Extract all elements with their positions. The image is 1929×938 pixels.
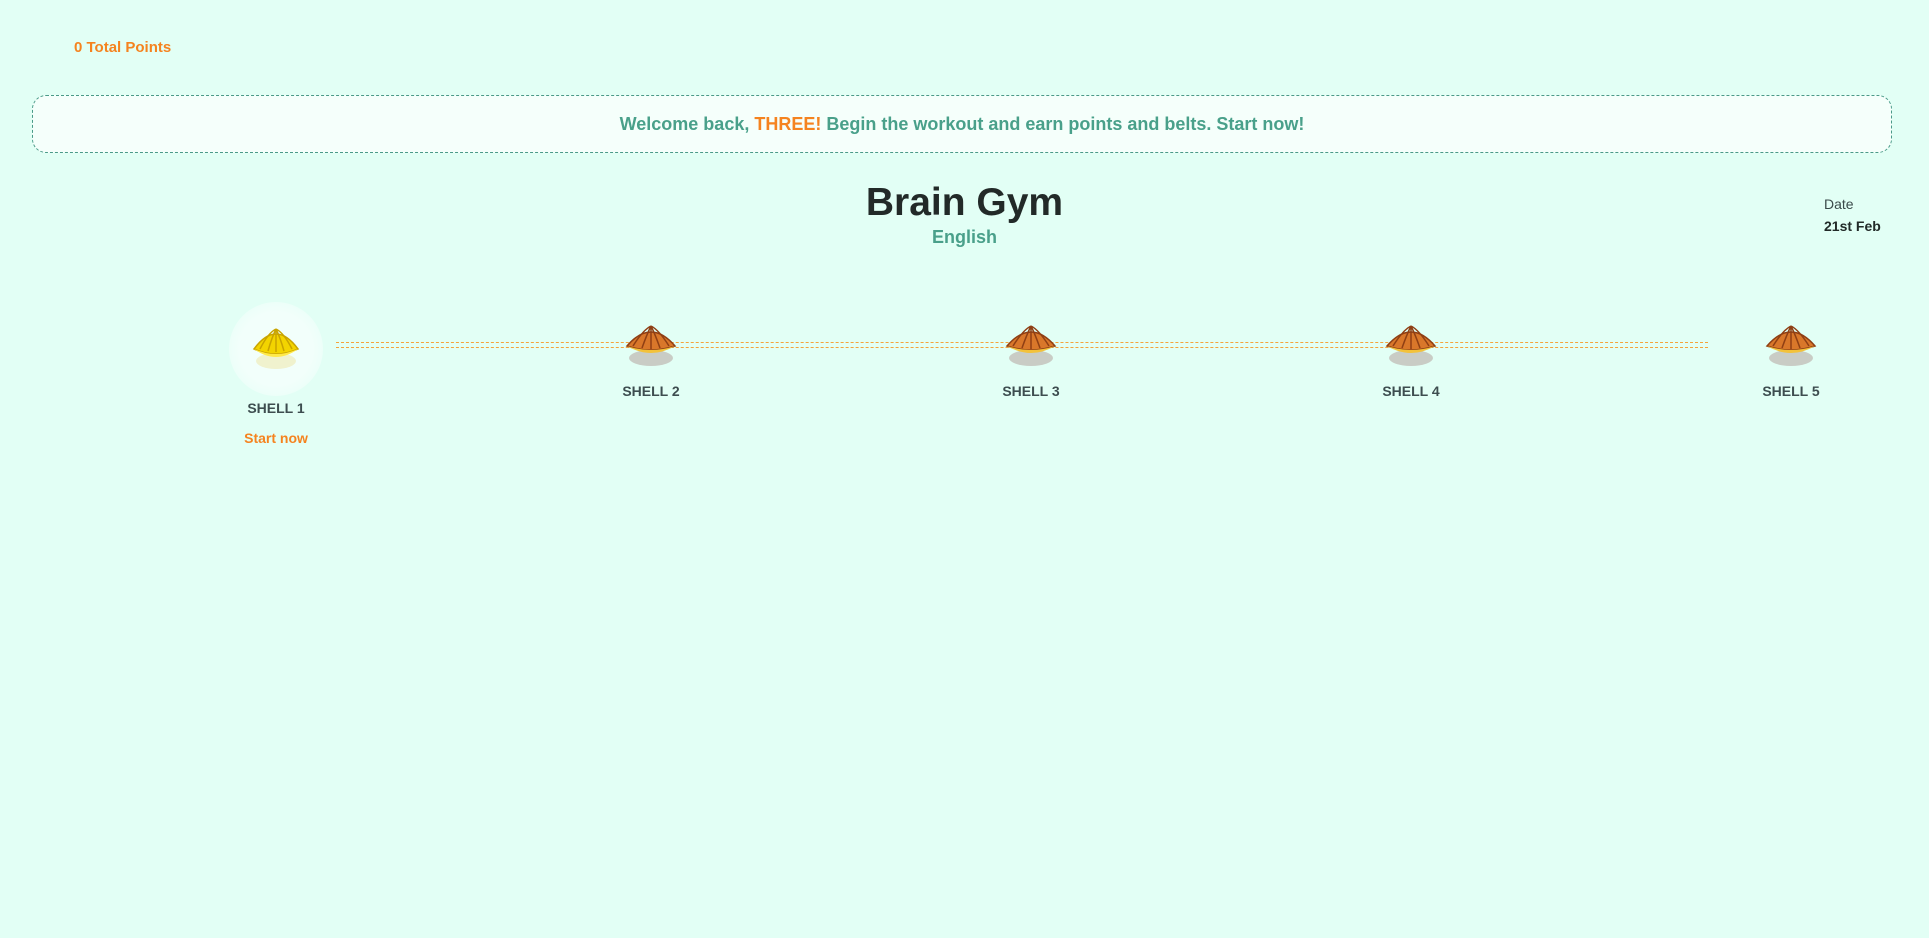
- stage-shell-2[interactable]: SHELL 2: [596, 313, 706, 399]
- total-points: 0 Total Points: [74, 39, 172, 56]
- page-header: Brain Gym English: [0, 180, 1929, 248]
- orange-shell-icon: [625, 325, 677, 366]
- orange-shell-icon: [1385, 325, 1437, 366]
- shell-icon-wrap: [1758, 313, 1824, 379]
- stage-label: SHELL 1: [247, 400, 305, 416]
- welcome-prefix: Welcome back,: [619, 113, 750, 134]
- stage-label: SHELL 2: [622, 383, 680, 399]
- stage-label: SHELL 3: [1002, 383, 1060, 399]
- stage-label: SHELL 4: [1382, 383, 1440, 399]
- yellow-shell-icon: [252, 328, 300, 369]
- date-label: Date: [1824, 196, 1854, 212]
- shell-icon-wrap: [1378, 313, 1444, 379]
- orange-shell-icon: [1005, 325, 1057, 366]
- stage-label: SHELL 5: [1762, 383, 1820, 399]
- stage-shell-5[interactable]: SHELL 5: [1736, 313, 1846, 399]
- shell-icon-wrap: [998, 313, 1064, 379]
- date-block: Date 21st Feb: [1824, 196, 1914, 234]
- shell-icon-wrap: [618, 313, 684, 379]
- start-now-link[interactable]: Start now: [221, 430, 331, 446]
- stage-shell-1[interactable]: SHELL 1 Start now: [221, 302, 331, 446]
- welcome-message: Begin the workout and earn points and be…: [826, 113, 1305, 134]
- page-title: Brain Gym: [865, 181, 1064, 224]
- page-subtitle: English: [931, 227, 997, 247]
- stage-shell-3[interactable]: SHELL 3: [976, 313, 1086, 399]
- orange-shell-icon: [1765, 325, 1817, 366]
- shell-icon-wrap: [229, 302, 323, 396]
- welcome-banner: Welcome back, THREE! Begin the workout a…: [32, 95, 1892, 153]
- date-value: 21st Feb: [1824, 218, 1881, 234]
- stage-shell-4[interactable]: SHELL 4: [1356, 313, 1466, 399]
- user-name: THREE!: [754, 113, 822, 134]
